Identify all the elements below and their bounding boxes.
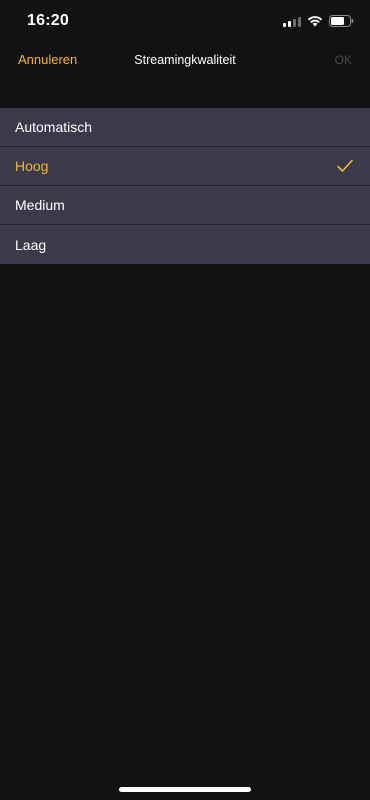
status-icons bbox=[283, 14, 354, 28]
page-title: Streamingkwaliteit bbox=[134, 53, 236, 67]
checkmark-icon bbox=[337, 159, 353, 172]
status-bar: 16:20 bbox=[0, 0, 370, 44]
status-time: 16:20 bbox=[27, 12, 69, 29]
home-indicator[interactable] bbox=[119, 787, 251, 792]
option-hoog[interactable]: Hoog bbox=[0, 147, 370, 186]
option-label: Hoog bbox=[15, 158, 49, 174]
battery-icon bbox=[329, 15, 354, 27]
option-laag[interactable]: Laag bbox=[0, 225, 370, 264]
signal-icon bbox=[283, 16, 301, 27]
quality-options-list: Automatisch Hoog Medium Laag bbox=[0, 108, 370, 264]
ok-button[interactable]: OK bbox=[335, 53, 352, 67]
option-label: Medium bbox=[15, 197, 65, 213]
option-label: Laag bbox=[15, 236, 47, 253]
option-label: Automatisch bbox=[15, 119, 93, 135]
option-medium[interactable]: Medium bbox=[0, 186, 370, 225]
wifi-icon bbox=[307, 16, 323, 27]
option-automatisch[interactable]: Automatisch bbox=[0, 108, 370, 147]
nav-bar: Annuleren Streamingkwaliteit OK bbox=[0, 44, 370, 76]
